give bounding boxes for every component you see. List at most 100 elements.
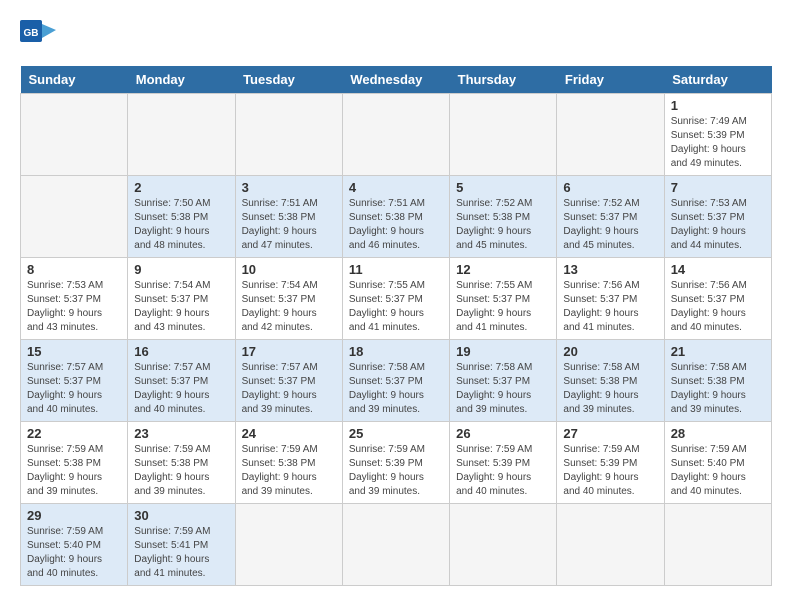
day-number: 19: [456, 344, 550, 359]
day-number: 30: [134, 508, 228, 523]
day-info: Sunrise: 7:57 AMSunset: 5:37 PMDaylight:…: [27, 361, 121, 417]
day-cell-13: 13 Sunrise: 7:56 AMSunset: 5:37 PMDayligh…: [557, 258, 664, 340]
day-number: 8: [27, 262, 121, 277]
day-info: Sunrise: 7:51 AMSunset: 5:38 PMDaylight:…: [349, 197, 443, 253]
day-info: Sunrise: 7:51 AMSunset: 5:38 PMDaylight:…: [242, 197, 336, 253]
weekday-wednesday: Wednesday: [342, 66, 449, 94]
day-cell-9: 9Sunrise: 7:54 AMSunset: 5:37 PMDaylight…: [128, 258, 235, 340]
day-cell-14: 14 Sunrise: 7:56 AMSunset: 5:37 PMDayligh…: [664, 258, 771, 340]
day-info: Sunrise: 7:58 AMSunset: 5:37 PMDaylight:…: [349, 361, 443, 417]
day-number: 17: [242, 344, 336, 359]
empty-cell: [21, 176, 128, 258]
day-info: Sunrise: 7:53 AMSunset: 5:37 PMDaylight:…: [671, 197, 765, 253]
day-number: 4: [349, 180, 443, 195]
day-number: 1: [671, 98, 765, 113]
day-info: Sunrise: 7:55 AMSunset: 5:37 PMDaylight:…: [456, 279, 550, 335]
day-cell-11: 11Sunrise: 7:55 AMSunset: 5:37 PMDayligh…: [342, 258, 449, 340]
day-info: Sunrise: 7:59 AMSunset: 5:40 PMDaylight:…: [27, 525, 121, 581]
weekday-friday: Friday: [557, 66, 664, 94]
day-number: 15: [27, 344, 121, 359]
day-info: Sunrise: 7:59 AMSunset: 5:39 PMDaylight:…: [349, 443, 443, 499]
header: GB: [20, 20, 772, 56]
day-info: Sunrise: 7:55 AMSunset: 5:37 PMDaylight:…: [349, 279, 443, 335]
day-cell-25: 25 Sunrise: 7:59 AMSunset: 5:39 PMDayligh…: [342, 422, 449, 504]
day-cell-24: 24 Sunrise: 7:59 AMSunset: 5:38 PMDayligh…: [235, 422, 342, 504]
weekday-sunday: Sunday: [21, 66, 128, 94]
empty-cell: [450, 94, 557, 176]
day-cell-3: 3 Sunrise: 7:51 AMSunset: 5:38 PMDaylight…: [235, 176, 342, 258]
day-info: Sunrise: 7:57 AMSunset: 5:37 PMDaylight:…: [242, 361, 336, 417]
day-number: 3: [242, 180, 336, 195]
logo: GB: [20, 20, 60, 56]
day-cell-17: 17 Sunrise: 7:57 AMSunset: 5:37 PMDayligh…: [235, 340, 342, 422]
weekday-tuesday: Tuesday: [235, 66, 342, 94]
empty-cell: [557, 94, 664, 176]
calendar-week-1: 1 Sunrise: 7:49 AMSunset: 5:39 PMDaylight…: [21, 94, 772, 176]
day-number: 23: [134, 426, 228, 441]
empty-cell: [450, 504, 557, 586]
day-number: 6: [563, 180, 657, 195]
empty-cell: [664, 504, 771, 586]
svg-text:GB: GB: [24, 28, 39, 39]
logo-icon: GB: [20, 20, 56, 56]
day-cell-26: 26Sunrise: 7:59 AMSunset: 5:39 PMDayligh…: [450, 422, 557, 504]
day-info: Sunrise: 7:56 AMSunset: 5:37 PMDaylight:…: [671, 279, 765, 335]
day-info: Sunrise: 7:52 AMSunset: 5:38 PMDaylight:…: [456, 197, 550, 253]
day-cell-8: 8 Sunrise: 7:53 AMSunset: 5:37 PMDaylight…: [21, 258, 128, 340]
day-number: 27: [563, 426, 657, 441]
day-cell-7: 7 Sunrise: 7:53 AMSunset: 5:37 PMDaylight…: [664, 176, 771, 258]
empty-cell: [235, 94, 342, 176]
day-number: 14: [671, 262, 765, 277]
weekday-monday: Monday: [128, 66, 235, 94]
calendar-week-6: 29 Sunrise: 7:59 AMSunset: 5:40 PMDayligh…: [21, 504, 772, 586]
day-cell-1: 1 Sunrise: 7:49 AMSunset: 5:39 PMDaylight…: [664, 94, 771, 176]
day-cell-27: 27Sunrise: 7:59 AMSunset: 5:39 PMDayligh…: [557, 422, 664, 504]
day-info: Sunrise: 7:59 AMSunset: 5:38 PMDaylight:…: [27, 443, 121, 499]
calendar-week-5: 22 Sunrise: 7:59 AMSunset: 5:38 PMDayligh…: [21, 422, 772, 504]
day-number: 12: [456, 262, 550, 277]
day-info: Sunrise: 7:49 AMSunset: 5:39 PMDaylight:…: [671, 115, 765, 171]
day-number: 26: [456, 426, 550, 441]
calendar-week-4: 15 Sunrise: 7:57 AMSunset: 5:37 PMDayligh…: [21, 340, 772, 422]
day-info: Sunrise: 7:54 AMSunset: 5:37 PMDaylight:…: [242, 279, 336, 335]
day-number: 24: [242, 426, 336, 441]
day-info: Sunrise: 7:53 AMSunset: 5:37 PMDaylight:…: [27, 279, 121, 335]
day-number: 2: [134, 180, 228, 195]
page-container: GB SundayMondayTuesdayWednesdayThursdayF…: [20, 20, 772, 586]
day-number: 16: [134, 344, 228, 359]
day-info: Sunrise: 7:58 AMSunset: 5:37 PMDaylight:…: [456, 361, 550, 417]
day-number: 20: [563, 344, 657, 359]
calendar-week-2: 2 Sunrise: 7:50 AMSunset: 5:38 PMDaylight…: [21, 176, 772, 258]
day-info: Sunrise: 7:59 AMSunset: 5:41 PMDaylight:…: [134, 525, 228, 581]
empty-cell: [128, 94, 235, 176]
day-cell-20: 20Sunrise: 7:58 AMSunset: 5:38 PMDayligh…: [557, 340, 664, 422]
day-cell-15: 15 Sunrise: 7:57 AMSunset: 5:37 PMDayligh…: [21, 340, 128, 422]
weekday-saturday: Saturday: [664, 66, 771, 94]
day-number: 28: [671, 426, 765, 441]
day-number: 13: [563, 262, 657, 277]
day-cell-4: 4 Sunrise: 7:51 AMSunset: 5:38 PMDaylight…: [342, 176, 449, 258]
day-number: 22: [27, 426, 121, 441]
day-info: Sunrise: 7:52 AMSunset: 5:37 PMDaylight:…: [563, 197, 657, 253]
day-number: 21: [671, 344, 765, 359]
day-info: Sunrise: 7:59 AMSunset: 5:38 PMDaylight:…: [242, 443, 336, 499]
day-number: 29: [27, 508, 121, 523]
day-info: Sunrise: 7:57 AMSunset: 5:37 PMDaylight:…: [134, 361, 228, 417]
weekday-thursday: Thursday: [450, 66, 557, 94]
day-number: 18: [349, 344, 443, 359]
day-cell-10: 10Sunrise: 7:54 AMSunset: 5:37 PMDayligh…: [235, 258, 342, 340]
empty-cell: [21, 94, 128, 176]
calendar-week-3: 8 Sunrise: 7:53 AMSunset: 5:37 PMDaylight…: [21, 258, 772, 340]
day-info: Sunrise: 7:59 AMSunset: 5:38 PMDaylight:…: [134, 443, 228, 499]
day-cell-22: 22 Sunrise: 7:59 AMSunset: 5:38 PMDayligh…: [21, 422, 128, 504]
day-info: Sunrise: 7:56 AMSunset: 5:37 PMDaylight:…: [563, 279, 657, 335]
day-number: 7: [671, 180, 765, 195]
day-number: 9: [134, 262, 228, 277]
day-number: 25: [349, 426, 443, 441]
day-number: 5: [456, 180, 550, 195]
day-cell-16: 16 Sunrise: 7:57 AMSunset: 5:37 PMDayligh…: [128, 340, 235, 422]
calendar-table: SundayMondayTuesdayWednesdayThursdayFrid…: [20, 66, 772, 586]
day-info: Sunrise: 7:50 AMSunset: 5:38 PMDaylight:…: [134, 197, 228, 253]
day-cell-30: 30 Sunrise: 7:59 AMSunset: 5:41 PMDayligh…: [128, 504, 235, 586]
day-cell-23: 23 Sunrise: 7:59 AMSunset: 5:38 PMDayligh…: [128, 422, 235, 504]
